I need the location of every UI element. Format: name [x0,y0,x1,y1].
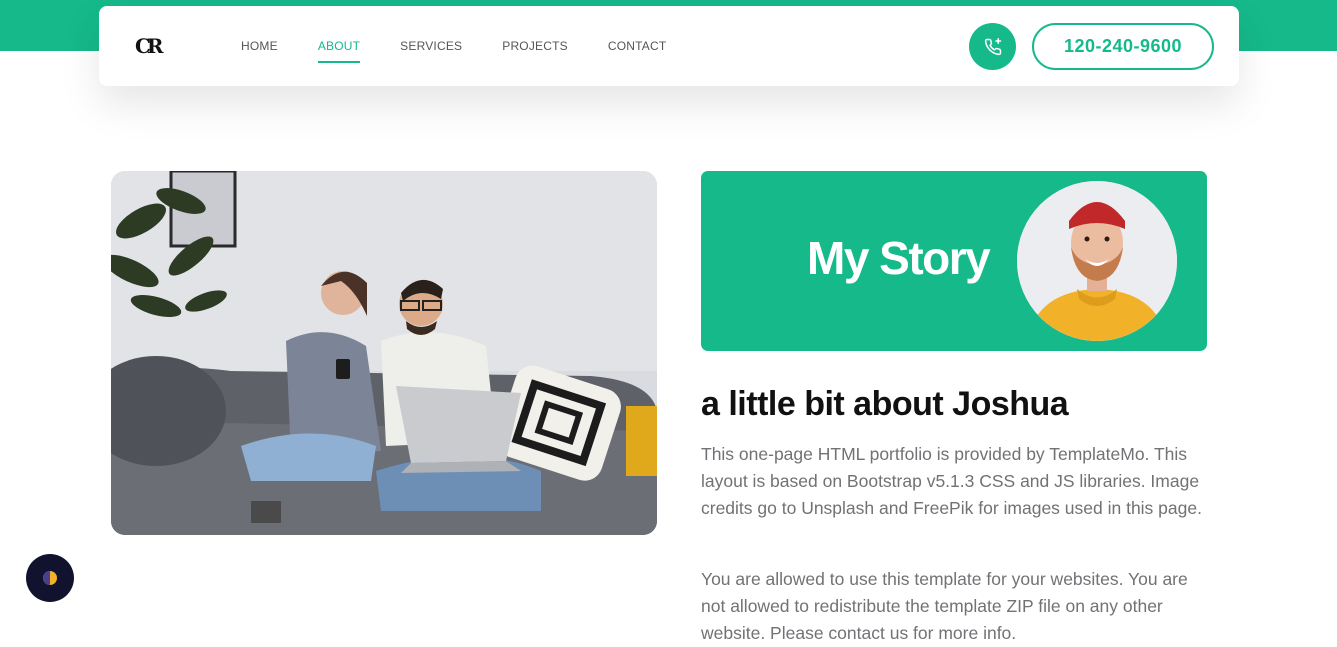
brand-logo[interactable]: CR [135,34,163,58]
nav-item-contact[interactable]: CONTACT [608,39,667,53]
half-moon-icon [43,571,57,585]
about-paragraph-1: This one-page HTML portfolio is provided… [701,444,1202,518]
phone-call-button[interactable] [969,23,1016,70]
my-story-banner: My Story [701,171,1207,351]
couple-on-sofa-image [111,171,657,535]
navbar: CR HOME ABOUT SERVICES PROJECTS CONTACT … [99,6,1239,86]
nav-links: HOME ABOUT SERVICES PROJECTS CONTACT [241,6,706,86]
nav-item-projects[interactable]: PROJECTS [502,39,568,53]
phone-number-link[interactable]: 120-240-9600 [1032,23,1214,70]
nav-item-about[interactable]: ABOUT [317,39,361,63]
nav-item-home[interactable]: HOME [241,39,278,53]
my-story-title: My Story [807,232,991,284]
joshua-avatar [1017,181,1177,341]
about-paragraph-2: You are allowed to use this template for… [701,569,1188,643]
about-heading: a little bit about Joshua [701,385,1069,423]
avatar-image [1017,181,1177,341]
about-photo-couple [111,171,657,535]
nav-item-services[interactable]: SERVICES [400,39,462,53]
theme-toggle-button[interactable] [26,554,74,602]
phone-call-icon [984,37,1001,55]
